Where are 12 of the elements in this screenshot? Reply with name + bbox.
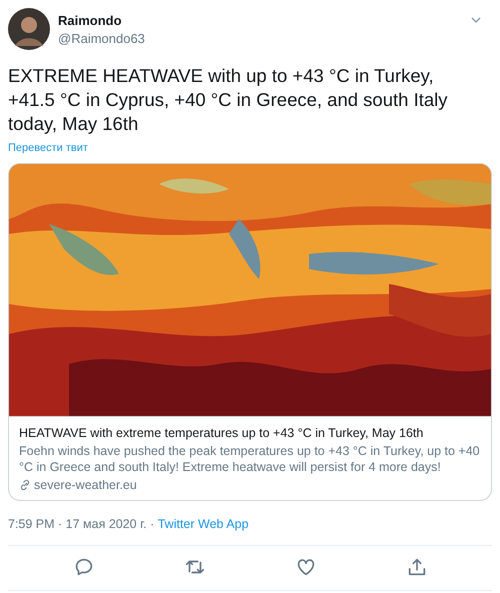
author-name[interactable]: Raimondo: [58, 12, 462, 28]
timestamp: 7:59 PM · 17 мая 2020 г. ·: [8, 517, 156, 531]
author-handle[interactable]: @Raimondo63: [58, 30, 462, 46]
card-domain: severe-weather.eu: [34, 478, 137, 492]
tweet-text: EXTREME HEATWAVE with up to +43 °C in Turkey, +41.5 °C in Cyprus, +40 °C in Greece, and south Italy today, May 16th: [8, 64, 449, 136]
translate-link[interactable]: Перевести твит: [8, 142, 88, 154]
source-link[interactable]: Twitter Web App: [158, 517, 249, 531]
avatar[interactable]: [8, 8, 50, 50]
link-card[interactable]: [8, 163, 492, 501]
card-description: Foehn winds have pushed the peak temperatures up to +43 °C in Turkey, up to +40 °C in Greece and south Italy! Extreme heatwave will persist for 4 more days!: [19, 443, 481, 475]
card-title: HEATWAVE with extreme temperatures up to +43 °C in Turkey, May 16th: [19, 426, 424, 440]
link-icon: [19, 479, 31, 491]
